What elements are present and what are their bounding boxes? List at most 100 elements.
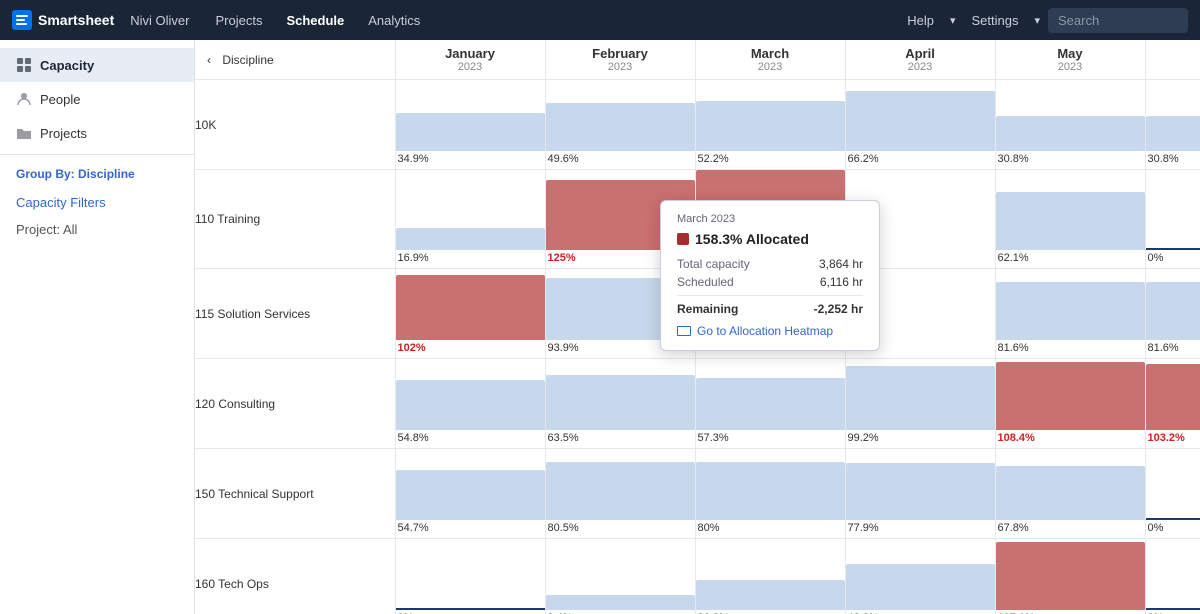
logo-text: Smartsheet (38, 12, 114, 28)
pct-label: 54.8% (396, 432, 545, 444)
bar-cell-10k-col5[interactable]: 30.8% (1145, 80, 1200, 170)
sidebar-item-capacity[interactable]: Capacity (0, 48, 194, 82)
bar-cell-160techops-col0[interactable]: 0% (395, 539, 545, 614)
group-by-value[interactable]: Discipline (78, 167, 135, 181)
bar-cell-110training-col4[interactable]: 62.1% (995, 170, 1145, 269)
bar-cell-110training-col3[interactable] (845, 170, 995, 269)
capacity-bar (546, 462, 695, 520)
bar-cell-120consulting-col4[interactable]: 108.4% (995, 359, 1145, 449)
pct-label: 0% (1146, 252, 1200, 264)
discipline-col-label: Discipline (222, 53, 273, 67)
bar-cell-10k-col4[interactable]: 30.8% (995, 80, 1145, 170)
bar-wrapper: 0% (396, 539, 545, 614)
pct-label: 125% (546, 252, 695, 264)
month-name-jan: January (408, 46, 533, 61)
capacity-filters[interactable]: Capacity Filters (0, 189, 194, 216)
capacity-bar (696, 580, 845, 610)
bar-wrapper: 57.3% (696, 359, 845, 448)
bar-wrapper: 108.4% (996, 359, 1145, 448)
bar-cell-150techsupport-col0[interactable]: 54.7% (395, 449, 545, 539)
prev-arrow[interactable]: ‹ (207, 53, 211, 67)
bar-cell-115solution-col4[interactable]: 81.6% (995, 269, 1145, 359)
table-row: 10K34.9%49.6%52.2%66.2%30.8%30.8% (195, 80, 1200, 170)
settings-button[interactable]: Settings (963, 9, 1026, 32)
bar-cell-120consulting-col3[interactable]: 99.2% (845, 359, 995, 449)
bar-wrapper: 99.2% (846, 359, 995, 448)
bar-cell-150techsupport-col3[interactable]: 77.9% (845, 449, 995, 539)
bar-cell-160techops-col1[interactable]: 9.4% (545, 539, 695, 614)
bar-cell-120consulting-col0[interactable]: 54.8% (395, 359, 545, 449)
main-content: ‹ Discipline January 2023 February 2023 … (195, 40, 1200, 614)
bar-cell-10k-col2[interactable]: 52.2% (695, 80, 845, 170)
bar-cell-150techsupport-col4[interactable]: 67.8% (995, 449, 1145, 539)
sidebar-item-projects[interactable]: Projects (0, 116, 194, 150)
bar-cell-110training-col0[interactable]: 16.9% (395, 170, 545, 269)
pct-label: 30.8% (996, 153, 1145, 165)
discipline-cell-10k: 10K (195, 80, 395, 170)
bar-wrapper: 54.7% (396, 449, 545, 538)
bar-cell-115solution-col2[interactable]: 81.6% (695, 269, 845, 359)
bar-cell-10k-col3[interactable]: 66.2% (845, 80, 995, 170)
nav-schedule[interactable]: Schedule (276, 9, 354, 32)
bar-wrapper: 26.8% (696, 539, 845, 614)
bar-wrapper: 30.8% (996, 80, 1145, 169)
project-filter[interactable]: Project: All (0, 216, 194, 243)
search-input[interactable] (1048, 8, 1188, 33)
month-header-mar: March 2023 (695, 40, 845, 80)
bar-cell-160techops-col4[interactable]: 107.1% (995, 539, 1145, 614)
bar-cell-160techops-col5[interactable]: 0% (1145, 539, 1200, 614)
bar-cell-150techsupport-col5[interactable]: 0% (1145, 449, 1200, 539)
bar-cell-150techsupport-col1[interactable]: 80.5% (545, 449, 695, 539)
month-year-apr: 2023 (858, 61, 983, 73)
bar-wrapper: 158.3% (696, 170, 845, 268)
bar-cell-110training-col1[interactable]: 125% (545, 170, 695, 269)
bar-wrapper: 54.8% (396, 359, 545, 448)
nav-projects[interactable]: Projects (206, 9, 273, 32)
capacity-bar (996, 116, 1145, 151)
capacity-bar (996, 282, 1145, 340)
bar-cell-10k-col0[interactable]: 34.9% (395, 80, 545, 170)
bar-cell-160techops-col3[interactable]: 48.2% (845, 539, 995, 614)
capacity-bar (696, 378, 845, 430)
bar-wrapper: 49.6% (546, 80, 695, 169)
bar-cell-10k-col1[interactable]: 49.6% (545, 80, 695, 170)
bar-cell-115solution-col0[interactable]: 102% (395, 269, 545, 359)
bar-cell-115solution-col3[interactable] (845, 269, 995, 359)
bar-cell-120consulting-col1[interactable]: 63.5% (545, 359, 695, 449)
bar-cell-115solution-col1[interactable]: 93.9% (545, 269, 695, 359)
sidebar-item-people[interactable]: People (0, 82, 194, 116)
help-arrow: ▾ (950, 14, 956, 27)
nav-analytics[interactable]: Analytics (358, 9, 430, 32)
bar-cell-110training-col5[interactable]: 0% (1145, 170, 1200, 269)
bar-wrapper: 102% (396, 269, 545, 358)
bar-cell-120consulting-col5[interactable]: 103.2% (1145, 359, 1200, 449)
bar-wrapper: 16.9% (396, 170, 545, 268)
month-name-apr: April (858, 46, 983, 61)
bar-cell-160techops-col2[interactable]: 26.8% (695, 539, 845, 614)
capacity-bar (696, 282, 845, 340)
help-button[interactable]: Help (899, 9, 942, 32)
month-name-may: May (1008, 46, 1133, 61)
capacity-bar (696, 462, 845, 520)
zero-bar (396, 608, 545, 610)
capacity-bar (996, 542, 1145, 610)
capacity-grid: ‹ Discipline January 2023 February 2023 … (195, 40, 1200, 614)
capacity-bar (546, 180, 695, 250)
main-nav: Projects Schedule Analytics (206, 9, 431, 32)
user-name[interactable]: Nivi Oliver (130, 13, 189, 28)
pct-label: 54.7% (396, 522, 545, 534)
bar-cell-110training-col2[interactable]: March 2023 158.3% Allocated Total capaci… (695, 170, 845, 269)
pct-label: 49.6% (546, 153, 695, 165)
bar-cell-150techsupport-col2[interactable]: 80% (695, 449, 845, 539)
table-row: 120 Consulting54.8%63.5%57.3%99.2%108.4%… (195, 359, 1200, 449)
capacity-bar (396, 228, 545, 250)
bar-cell-120consulting-col2[interactable]: 57.3% (695, 359, 845, 449)
month-header-apr: April 2023 (845, 40, 995, 80)
pct-label: 108.4% (996, 432, 1145, 444)
bar-wrapper: 107.1% (996, 539, 1145, 614)
bar-wrapper: 125% (546, 170, 695, 268)
bar-cell-115solution-col5[interactable]: 81.6% (1145, 269, 1200, 359)
pct-label: 16.9% (396, 252, 545, 264)
pct-label: 67.8% (996, 522, 1145, 534)
pct-label: 57.3% (696, 432, 845, 444)
